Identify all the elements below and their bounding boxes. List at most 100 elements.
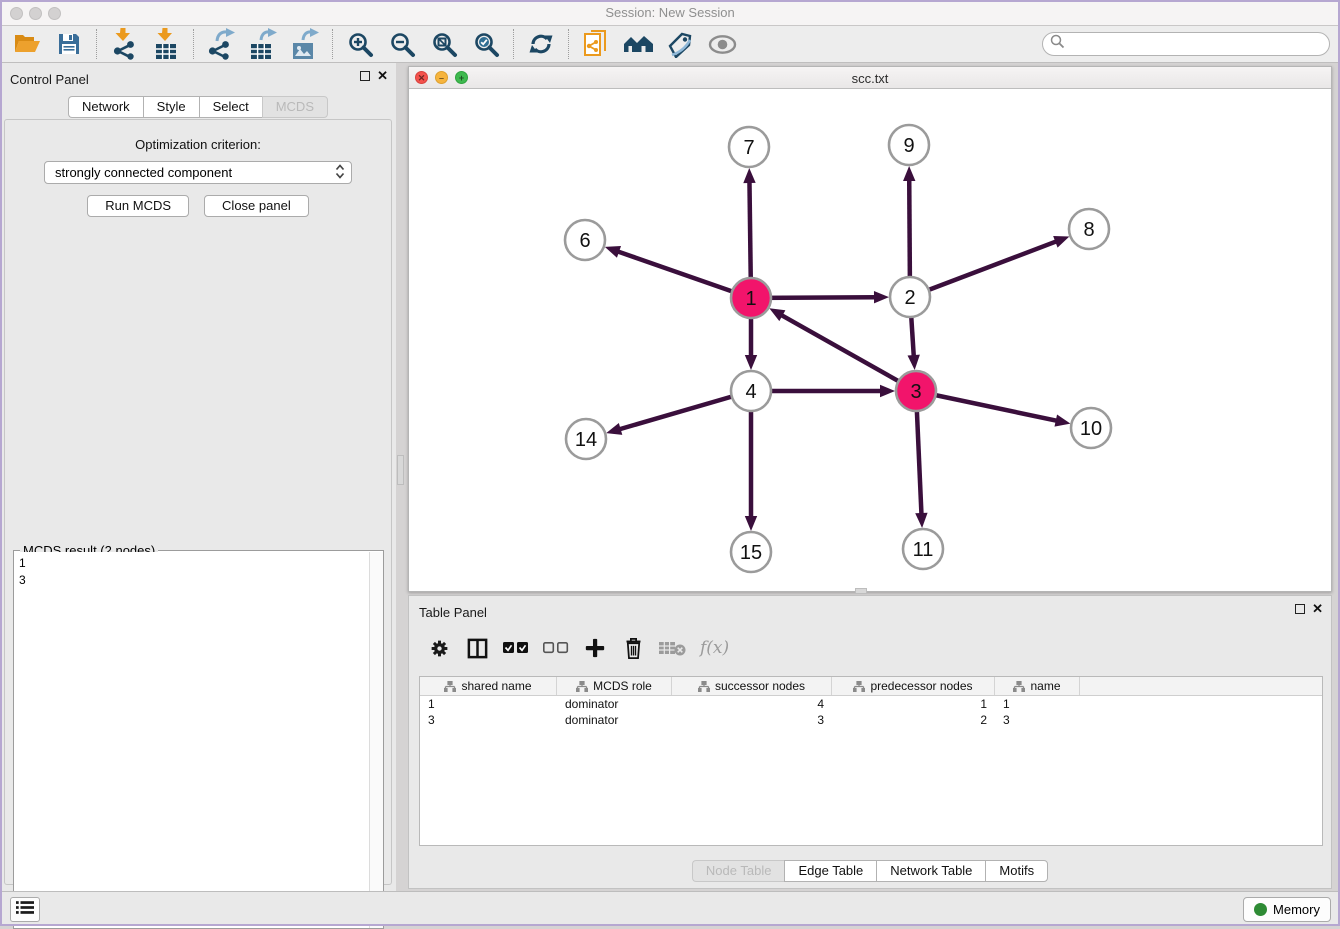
open-folder-icon[interactable]: [6, 28, 48, 61]
table-cell[interactable]: 2: [832, 712, 995, 728]
toolbar-separator: [193, 29, 194, 59]
zoom-out-icon[interactable]: [381, 28, 423, 61]
network-window-titlebar[interactable]: ✕ – + scc.txt: [409, 67, 1331, 89]
optimization-select[interactable]: strongly connected component: [44, 161, 352, 184]
float-panel-icon[interactable]: [1295, 604, 1305, 614]
table-cell[interactable]: 1: [995, 696, 1080, 712]
table-row[interactable]: 3dominator323: [420, 712, 1322, 728]
column-header-name[interactable]: name: [995, 677, 1080, 695]
tab-node-table[interactable]: Node Table: [692, 860, 785, 882]
tab-style[interactable]: Style: [143, 96, 199, 118]
edge-arrowhead: [745, 355, 757, 370]
graph-edge-3-10[interactable]: [916, 391, 1058, 421]
vertical-splitter-handle[interactable]: [397, 455, 404, 485]
zoom-in-icon[interactable]: [339, 28, 381, 61]
tab-select[interactable]: Select: [199, 96, 262, 118]
search-input[interactable]: [1065, 35, 1329, 53]
home-icon[interactable]: [617, 28, 659, 61]
edge-arrowhead: [915, 513, 927, 528]
node-table-header: shared nameMCDS rolesuccessor nodesprede…: [420, 677, 1322, 696]
edge-arrowhead: [745, 516, 757, 531]
main-toolbar: [0, 26, 1340, 63]
close-panel-icon[interactable]: ✕: [377, 71, 388, 81]
network-graph[interactable]: 7968124314101511: [409, 89, 1331, 592]
import-network-icon[interactable]: [103, 28, 145, 61]
memory-button[interactable]: Memory: [1243, 897, 1331, 922]
edge-arrowhead: [743, 168, 755, 183]
export-network-icon[interactable]: [200, 28, 242, 61]
column-header-successor-nodes[interactable]: successor nodes: [672, 677, 832, 695]
graph-node-label: 3: [910, 381, 921, 403]
tab-motifs[interactable]: Motifs: [985, 860, 1048, 882]
mcds-panel: Optimization criterion: strongly connect…: [4, 119, 392, 885]
table-cell[interactable]: dominator: [557, 712, 672, 728]
table-cell[interactable]: 3: [420, 712, 557, 728]
column-header-MCDS-role[interactable]: MCDS role: [557, 677, 672, 695]
optimization-criterion-label: Optimization criterion:: [5, 137, 391, 152]
tab-network[interactable]: Network: [68, 96, 143, 118]
graph-node-label: 14: [575, 429, 597, 451]
tab-mcds[interactable]: MCDS: [262, 96, 328, 118]
tab-edge-table[interactable]: Edge Table: [784, 860, 876, 882]
column-header-shared-name[interactable]: shared name: [420, 677, 557, 695]
graph-node-label: 15: [740, 542, 762, 564]
optimization-select-value: strongly connected component: [55, 165, 335, 180]
toolbar-separator: [332, 29, 333, 59]
table-cell[interactable]: 1: [420, 696, 557, 712]
table-cell[interactable]: 3: [672, 712, 832, 728]
app-title: Session: New Session: [0, 5, 1340, 20]
close-panel-button[interactable]: Close panel: [204, 195, 309, 217]
list-icon: [16, 900, 34, 920]
graph-node-label: 9: [903, 135, 914, 157]
graph-edge-3-1[interactable]: [781, 315, 916, 391]
node-table-body: 1dominator4113dominator323: [420, 696, 1322, 728]
tab-network-table[interactable]: Network Table: [876, 860, 985, 882]
result-scrollbar[interactable]: [369, 552, 383, 928]
style-label-icon[interactable]: [659, 28, 701, 61]
mcds-result-text[interactable]: 1 3: [14, 552, 369, 928]
gear-icon[interactable]: [427, 633, 451, 663]
control-panel-title: Control Panel: [10, 72, 89, 87]
graph-node-label: 8: [1083, 219, 1094, 241]
zoom-selected-icon[interactable]: [465, 28, 507, 61]
graph-node-label: 10: [1080, 418, 1102, 440]
table-row[interactable]: 1dominator411: [420, 696, 1322, 712]
toolbar-separator: [568, 29, 569, 59]
add-icon[interactable]: [583, 633, 607, 663]
table-cell[interactable]: 4: [672, 696, 832, 712]
zoom-fit-icon[interactable]: [423, 28, 465, 61]
save-icon[interactable]: [48, 28, 90, 61]
node-table: shared nameMCDS rolesuccessor nodesprede…: [419, 676, 1323, 846]
toolbar-separator: [96, 29, 97, 59]
column-header-predecessor-nodes[interactable]: predecessor nodes: [832, 677, 995, 695]
table-panel-title: Table Panel: [419, 605, 487, 620]
graph-node-label: 11: [913, 539, 934, 561]
columns-icon[interactable]: [465, 633, 489, 663]
export-image-icon[interactable]: [284, 28, 326, 61]
edge-arrowhead: [1053, 236, 1069, 248]
refresh-network-icon[interactable]: [520, 28, 562, 61]
float-panel-icon[interactable]: [360, 71, 370, 81]
table-cell[interactable]: dominator: [557, 696, 672, 712]
task-history-button[interactable]: [10, 897, 40, 922]
edge-arrowhead: [605, 246, 621, 258]
run-mcds-button[interactable]: Run MCDS: [87, 195, 189, 217]
trash-icon[interactable]: [621, 633, 645, 663]
stepper-icon: [335, 164, 345, 182]
network-file-icon[interactable]: [575, 28, 617, 61]
select-all-checkbox-icon[interactable]: [503, 633, 529, 663]
search-field[interactable]: [1042, 32, 1330, 56]
graph-node-label: 6: [579, 230, 590, 252]
export-table-icon[interactable]: [242, 28, 284, 61]
import-table-icon[interactable]: [145, 28, 187, 61]
horizontal-splitter-handle[interactable]: [855, 588, 867, 594]
eye-icon[interactable]: [701, 28, 743, 61]
table-cell[interactable]: 1: [832, 696, 995, 712]
deselect-all-checkbox-icon[interactable]: [543, 633, 569, 663]
graph-edge-2-8[interactable]: [910, 241, 1057, 297]
close-panel-icon[interactable]: ✕: [1312, 604, 1323, 614]
table-cell[interactable]: 3: [995, 712, 1080, 728]
network-window-title: scc.txt: [409, 71, 1331, 86]
network-view-window: ✕ – + scc.txt 7968124314101511: [408, 66, 1332, 592]
delete-table-icon: [659, 633, 686, 663]
